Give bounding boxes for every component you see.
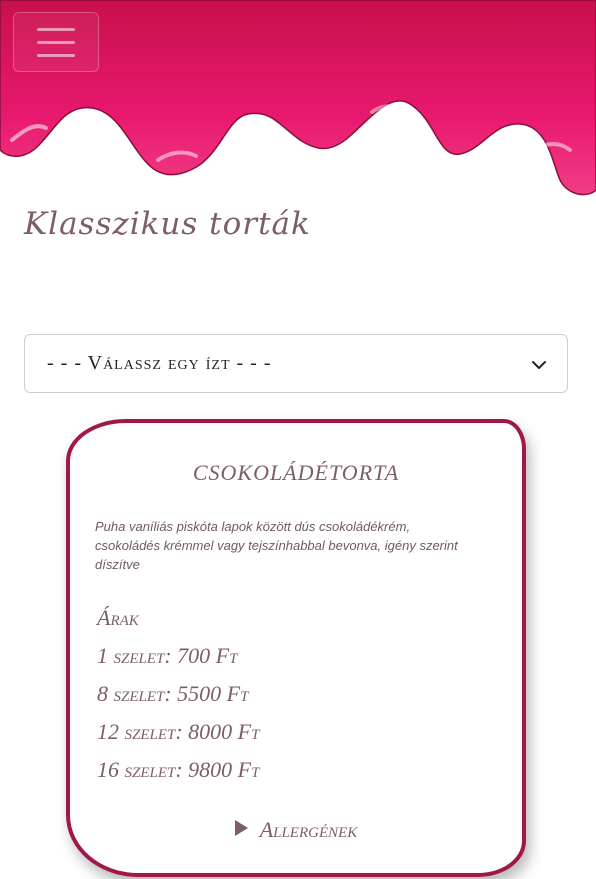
hamburger-menu-icon[interactable] <box>13 12 99 72</box>
price-item: 16 szelet: 9800 Ft <box>97 757 260 782</box>
disclosure-triangle-icon <box>234 820 248 836</box>
chevron-down-icon <box>532 361 546 369</box>
menu-bar <box>37 27 75 31</box>
prices-heading: Árak <box>97 605 139 630</box>
flavor-select[interactable]: - - - Válassz egy ízt - - - <box>24 334 568 393</box>
menu-bar <box>37 53 75 57</box>
menu-bar <box>37 40 75 44</box>
allergens-label: Allergének <box>259 817 358 842</box>
page-title: Klasszikus torták <box>24 206 311 242</box>
cake-card: csokoládétorta Puha vaníliás piskóta lap… <box>66 419 526 877</box>
price-item: 8 szelet: 5500 Ft <box>97 681 249 706</box>
cake-description: Puha vaníliás piskóta lapok között dús c… <box>95 519 458 572</box>
cake-title: csokoládétorta <box>192 451 400 487</box>
allergens-toggle[interactable]: Allergének <box>70 817 522 843</box>
flavor-select-value: - - - Válassz egy ízt - - - <box>47 352 272 374</box>
price-item: 1 szelet: 700 Ft <box>97 643 238 668</box>
price-list: Árak 1 szelet: 700 Ft 8 szelet: 5500 Ft … <box>97 599 259 789</box>
price-item: 12 szelet: 8000 Ft <box>97 719 260 744</box>
